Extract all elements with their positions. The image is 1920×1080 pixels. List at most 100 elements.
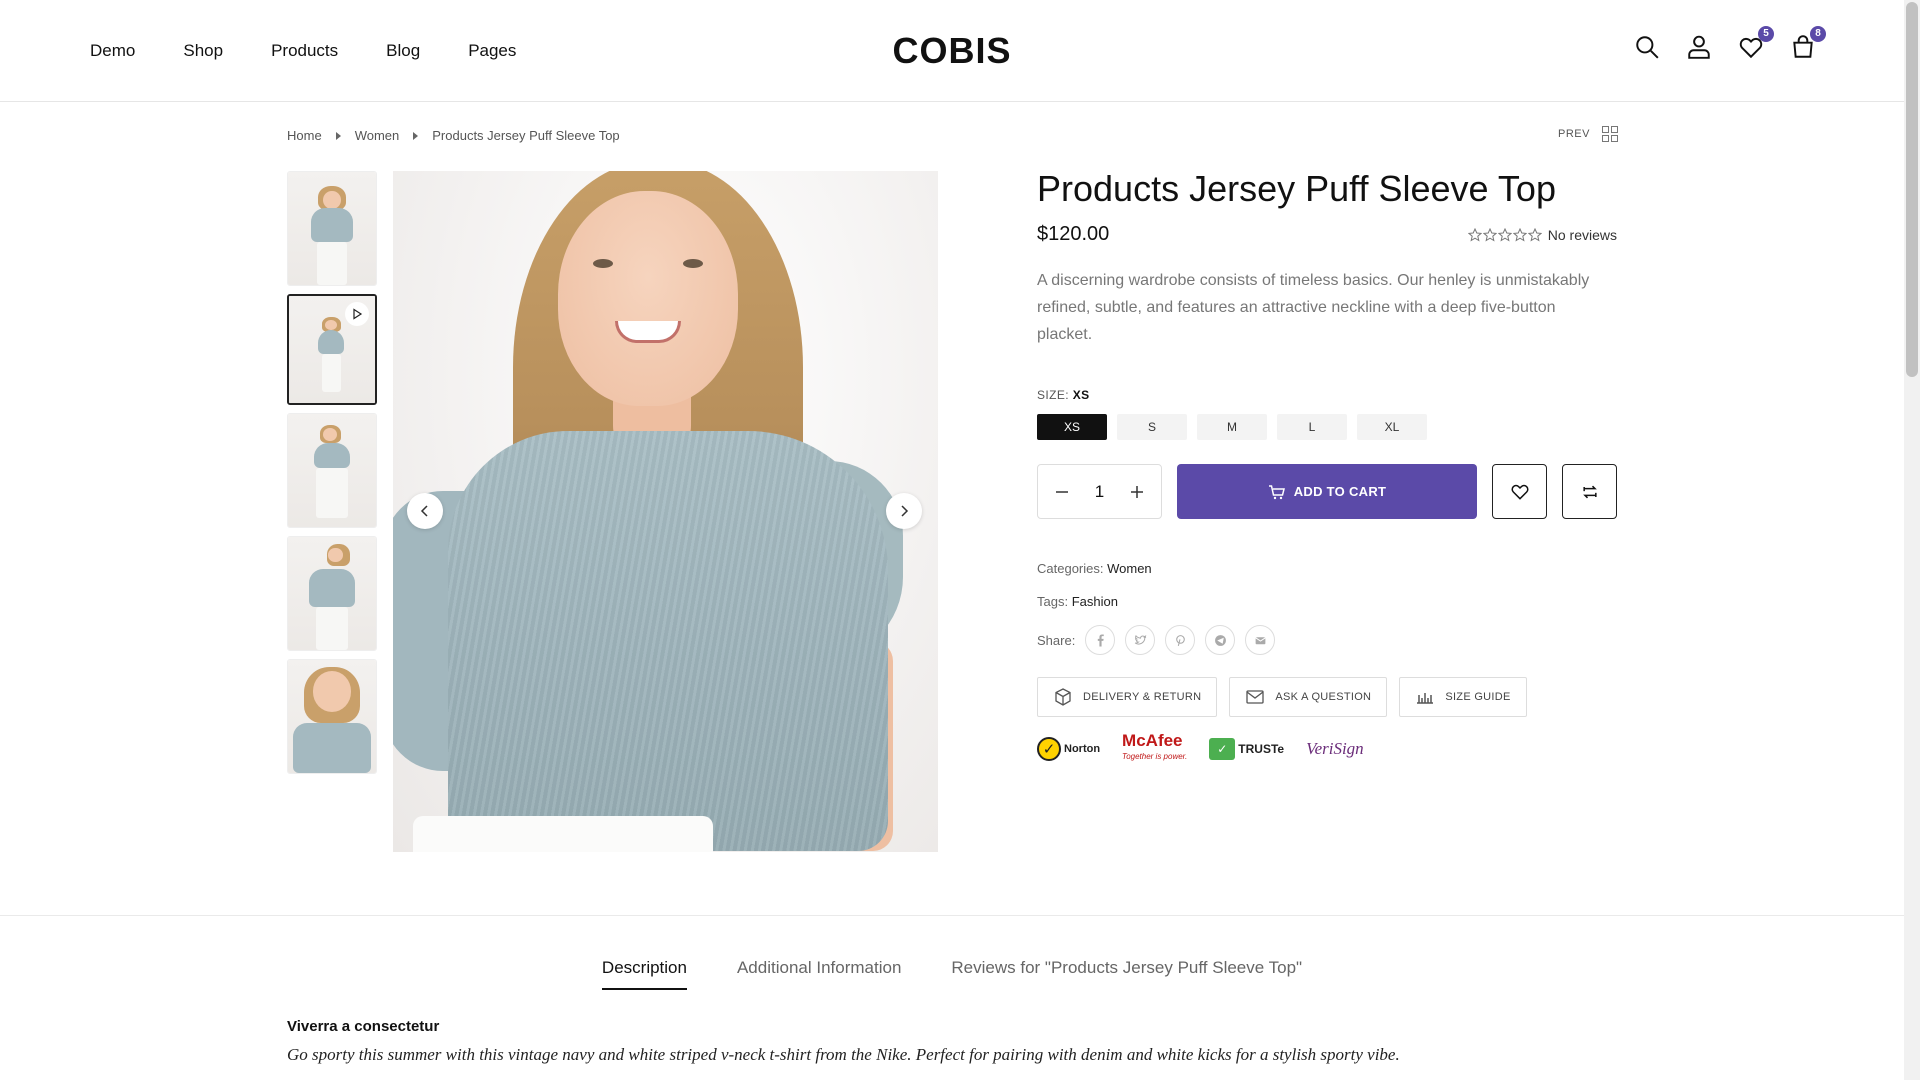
- cart-icon: [1268, 484, 1285, 499]
- delivery-return-button[interactable]: DELIVERY & RETURN: [1037, 677, 1218, 717]
- size-option-xs[interactable]: XS: [1037, 414, 1107, 440]
- quantity-stepper: [1037, 464, 1162, 519]
- size-guide-button[interactable]: SIZE GUIDE: [1399, 677, 1527, 717]
- size-options: XS S M L XL: [1037, 414, 1617, 440]
- site-header: Demo Shop Products Blog Pages COBIS 5 8: [0, 0, 1904, 102]
- size-guide-label: SIZE GUIDE: [1445, 691, 1511, 703]
- category-link[interactable]: Women: [1107, 561, 1152, 576]
- compare-icon: [1582, 485, 1597, 498]
- header-actions: 5 8: [1634, 26, 1826, 60]
- share-label: Share:: [1037, 632, 1076, 648]
- share-row: Share:: [1037, 625, 1617, 655]
- search-icon[interactable]: [1634, 34, 1660, 60]
- star-icon: [1512, 228, 1527, 242]
- prev-product-link[interactable]: PREV: [1558, 128, 1590, 140]
- tab-list: Description Additional Information Revie…: [0, 958, 1904, 990]
- wishlist-icon[interactable]: 5: [1738, 26, 1774, 60]
- ask-question-button[interactable]: ASK A QUESTION: [1229, 677, 1388, 717]
- price-row: $120.00 No reviews: [1037, 223, 1617, 251]
- quantity-input[interactable]: [1079, 481, 1120, 502]
- pinterest-icon[interactable]: [1165, 625, 1196, 655]
- site-logo[interactable]: COBIS: [892, 30, 1011, 71]
- mail-icon: [1246, 690, 1265, 704]
- gallery-prev-button[interactable]: [407, 493, 443, 529]
- truste-check-icon: ✓: [1209, 738, 1236, 760]
- page-scrollbar[interactable]: [1904, 0, 1920, 1080]
- thumbnail-1[interactable]: [287, 171, 377, 286]
- size-label-text: SIZE:: [1037, 388, 1070, 402]
- scrollbar-thumb[interactable]: [1906, 2, 1918, 377]
- nav-demo[interactable]: Demo: [90, 41, 135, 61]
- trust-badges: ✓ Norton McAfee Together is power. ✓ TRU…: [1037, 731, 1617, 765]
- thumbnail-5[interactable]: [287, 659, 377, 774]
- add-to-cart-button[interactable]: ADD TO CART: [1177, 464, 1477, 519]
- ruler-icon: [1417, 693, 1434, 704]
- size-option-m[interactable]: M: [1197, 414, 1267, 440]
- compare-button[interactable]: [1562, 464, 1617, 519]
- norton-label: Norton: [1064, 743, 1101, 755]
- mcafee-label: McAfee: [1122, 731, 1183, 750]
- categories-row: Categories: Women: [1037, 561, 1617, 576]
- thumbnail-3[interactable]: [287, 413, 377, 528]
- breadcrumb-separator-icon: [413, 131, 419, 140]
- verisign-logo: VeriSign: [1306, 739, 1364, 759]
- nav-shop[interactable]: Shop: [183, 41, 223, 61]
- star-icon: [1467, 228, 1482, 242]
- rating-stars: [1467, 228, 1542, 242]
- cart-count-badge: 8: [1810, 26, 1826, 42]
- size-selected-value: XS: [1072, 388, 1090, 402]
- nav-products[interactable]: Products: [271, 41, 338, 61]
- play-icon[interactable]: [345, 302, 369, 326]
- add-to-cart-label: ADD TO CART: [1293, 484, 1387, 499]
- cart-icon[interactable]: 8: [1790, 26, 1826, 60]
- verisign-label: VeriSign: [1306, 739, 1364, 758]
- grid-icon[interactable]: [1601, 126, 1618, 142]
- thumbnail-2-video[interactable]: [287, 294, 377, 405]
- thumbnail-4[interactable]: [287, 536, 377, 651]
- product-rating[interactable]: No reviews: [1467, 227, 1617, 243]
- categories-label: Categories:: [1037, 561, 1104, 576]
- tab-reviews[interactable]: Reviews for "Products Jersey Puff Sleeve…: [951, 958, 1302, 990]
- ask-question-label: ASK A QUESTION: [1275, 691, 1372, 703]
- size-option-l[interactable]: L: [1277, 414, 1347, 440]
- breadcrumb-home[interactable]: Home: [287, 128, 322, 143]
- box-icon: [1055, 688, 1071, 706]
- tab-additional-information[interactable]: Additional Information: [737, 958, 901, 990]
- size-option-s[interactable]: S: [1117, 414, 1187, 440]
- twitter-icon[interactable]: [1125, 625, 1156, 655]
- size-option-xl[interactable]: XL: [1357, 414, 1427, 440]
- product-info: Products Jersey Puff Sleeve Top $120.00 …: [1037, 165, 1617, 765]
- star-icon: [1497, 228, 1512, 242]
- reviews-count: No reviews: [1547, 227, 1617, 243]
- chevron-right-icon: [901, 505, 909, 517]
- email-icon[interactable]: [1245, 625, 1276, 655]
- facebook-icon[interactable]: [1085, 625, 1116, 655]
- main-product-image[interactable]: [393, 171, 938, 852]
- delivery-return-label: DELIVERY & RETURN: [1083, 691, 1202, 703]
- size-label: SIZE: XS: [1037, 388, 1617, 402]
- minus-icon[interactable]: [1052, 482, 1072, 502]
- main-nav: Demo Shop Products Blog Pages: [90, 0, 516, 102]
- product-meta: Categories: Women Tags: Fashion Share:: [1037, 561, 1617, 655]
- norton-logo: ✓ Norton: [1037, 737, 1100, 761]
- truste-logo: ✓ TRUSTe: [1209, 738, 1284, 760]
- description-body: Go sporty this summer with this vintage …: [287, 1045, 1400, 1064]
- chevron-left-icon: [420, 505, 428, 517]
- wishlist-count-badge: 5: [1758, 26, 1774, 42]
- plus-icon[interactable]: [1127, 482, 1147, 502]
- product-title: Products Jersey Puff Sleeve Top: [1037, 168, 1556, 209]
- add-to-cart-row: ADD TO CART: [1037, 464, 1617, 519]
- breadcrumb-separator-icon: [335, 131, 341, 140]
- telegram-icon[interactable]: [1205, 625, 1236, 655]
- nav-pages[interactable]: Pages: [468, 41, 516, 61]
- breadcrumb-current: Products Jersey Puff Sleeve Top: [432, 128, 620, 143]
- tab-description[interactable]: Description: [601, 958, 687, 990]
- add-to-wishlist-button[interactable]: [1492, 464, 1547, 519]
- tag-link[interactable]: Fashion: [1072, 594, 1118, 609]
- mcafee-tagline: Together is power.: [1122, 752, 1188, 761]
- breadcrumb-women[interactable]: Women: [355, 128, 400, 143]
- gallery-next-button[interactable]: [886, 493, 922, 529]
- star-icon: [1527, 228, 1542, 242]
- nav-blog[interactable]: Blog: [386, 41, 420, 61]
- account-icon[interactable]: [1686, 34, 1712, 60]
